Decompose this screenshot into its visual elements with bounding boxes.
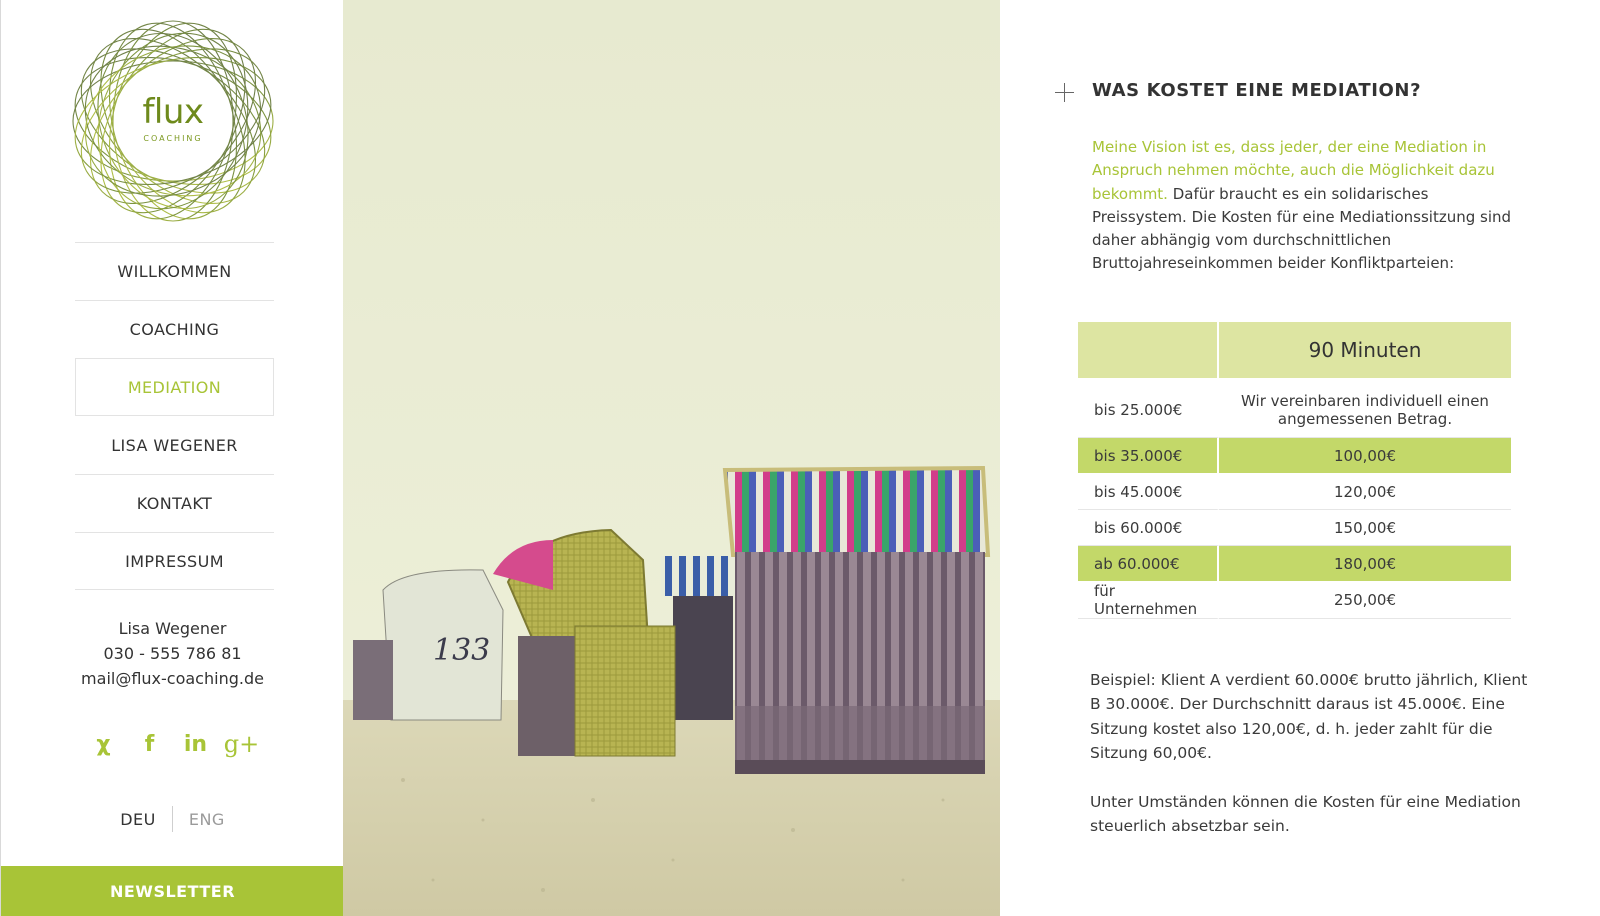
- nav-item-impressum[interactable]: IMPRESSUM: [75, 532, 274, 590]
- price-cell: 180,00€: [1219, 546, 1511, 582]
- nav-item-lisa-wegener[interactable]: LISA WEGENER: [75, 416, 274, 474]
- price-table-header: 90 Minuten: [1078, 322, 1511, 378]
- sidebar: flux COACHING WILLKOMMEN COACHING MEDIAT…: [0, 0, 344, 916]
- income-cell: für Unternehmen: [1078, 582, 1219, 619]
- xing-icon[interactable]: χ: [92, 730, 116, 758]
- facebook-icon[interactable]: f: [138, 730, 162, 758]
- price-cell: 120,00€: [1219, 474, 1511, 510]
- table-row: bis 45.000€ 120,00€: [1078, 474, 1511, 510]
- price-table-header-empty: [1078, 322, 1219, 378]
- income-cell: bis 45.000€: [1078, 474, 1219, 510]
- table-row: bis 25.000€ Wir vereinbaren individuell …: [1078, 378, 1511, 438]
- price-cell: 250,00€: [1219, 582, 1511, 619]
- example-paragraph: Beispiel: Klient A verdient 60.000€ brut…: [1090, 671, 1528, 763]
- main-navigation: WILLKOMMEN COACHING MEDIATION LISA WEGEN…: [75, 242, 274, 590]
- intro-paragraph: Meine Vision ist es, dass jeder, der ein…: [1092, 136, 1522, 276]
- income-cell: bis 25.000€: [1078, 378, 1219, 438]
- price-cell: 150,00€: [1219, 510, 1511, 546]
- contact-name: Lisa Wegener: [118, 619, 227, 638]
- social-links: χ f in g+: [1, 730, 344, 758]
- plus-icon[interactable]: [1055, 83, 1074, 102]
- language-divider: [171, 806, 173, 832]
- main-content: WAS KOSTET EINE MEDIATION? Meine Vision …: [1000, 0, 1600, 916]
- svg-text:133: 133: [433, 633, 490, 668]
- logo-wordmark: flux: [142, 92, 204, 132]
- contact-block: Lisa Wegener 030 - 555 786 81 mail@flux-…: [1, 616, 344, 691]
- nav-item-kontakt[interactable]: KONTAKT: [75, 474, 274, 532]
- nav-item-coaching[interactable]: COACHING: [75, 300, 274, 358]
- contact-phone[interactable]: 030 - 555 786 81: [1, 641, 344, 666]
- language-deu[interactable]: DEU: [120, 810, 156, 829]
- income-cell: ab 60.000€: [1078, 546, 1219, 582]
- nav-item-mediation[interactable]: MEDIATION: [75, 358, 274, 416]
- table-row: ab 60.000€ 180,00€: [1078, 546, 1511, 582]
- income-cell: bis 35.000€: [1078, 438, 1219, 474]
- table-row: für Unternehmen 250,00€: [1078, 582, 1511, 619]
- language-switcher: DEU ENG: [1, 806, 344, 832]
- contact-email[interactable]: mail@flux-coaching.de: [1, 666, 344, 691]
- price-cell: Wir vereinbaren individuell einen angeme…: [1219, 378, 1511, 438]
- price-cell: 100,00€: [1219, 438, 1511, 474]
- tax-note-paragraph: Unter Umständen können die Kosten für ei…: [1090, 793, 1521, 836]
- beach-chairs-photo: 133: [343, 0, 1000, 916]
- page-title: WAS KOSTET EINE MEDIATION?: [1092, 80, 1422, 101]
- newsletter-button[interactable]: NEWSLETTER: [1, 866, 344, 916]
- income-cell: bis 60.000€: [1078, 510, 1219, 546]
- table-row: bis 60.000€ 150,00€: [1078, 510, 1511, 546]
- beach-photo-illustration: 133: [343, 0, 1000, 916]
- price-table-header-duration: 90 Minuten: [1219, 322, 1511, 378]
- logo-tagline: COACHING: [143, 134, 203, 143]
- nav-item-willkommen[interactable]: WILLKOMMEN: [75, 242, 274, 300]
- language-eng[interactable]: ENG: [189, 810, 225, 829]
- table-row: bis 35.000€ 100,00€: [1078, 438, 1511, 474]
- google-plus-icon[interactable]: g+: [224, 730, 259, 758]
- linkedin-icon[interactable]: in: [184, 730, 208, 758]
- price-table: 90 Minuten bis 25.000€ Wir vereinbaren i…: [1078, 322, 1511, 619]
- flux-logo[interactable]: flux COACHING: [63, 14, 283, 228]
